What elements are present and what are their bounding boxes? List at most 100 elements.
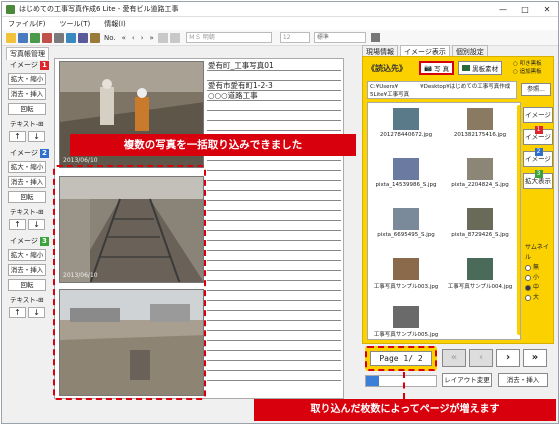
text-line[interactable] [207, 291, 341, 301]
image-1-erase-button[interactable]: 消去・挿入 [8, 88, 46, 100]
zoom-slider[interactable] [365, 375, 437, 387]
image-2-rotate-button[interactable]: 回転 [8, 191, 46, 203]
text-line[interactable] [207, 261, 341, 271]
color-swatch[interactable] [370, 33, 380, 42]
last-page-icon[interactable]: » [150, 34, 154, 42]
image-3-down-button[interactable]: ↓ [28, 307, 45, 318]
image-3-zoom-button[interactable]: 拡大・縮小 [8, 249, 46, 261]
grid-icon[interactable]: ⊞ [38, 208, 43, 216]
source-blackboard-button[interactable]: 黒板素材 [458, 61, 503, 75]
thumb-size-small[interactable]: 小 [525, 273, 553, 283]
layout-change-button[interactable]: レイアウト変更 [442, 373, 492, 387]
text-line[interactable]: 愛有町_工事写真01 [207, 61, 341, 71]
grid-icon[interactable]: ⊞ [38, 120, 43, 128]
text-line[interactable] [207, 241, 341, 251]
text-line[interactable]: ○○○道路工事 [207, 91, 341, 101]
zoom-in-icon[interactable] [157, 32, 168, 43]
menu-info[interactable]: 情報(I) [104, 19, 126, 29]
settings-icon[interactable] [78, 32, 88, 43]
text-line[interactable] [207, 221, 341, 231]
text-line[interactable] [207, 181, 341, 191]
text-line[interactable] [207, 211, 341, 221]
text-line[interactable]: 愛有市愛有町1-2-3 [207, 81, 341, 91]
radio-standard-blackboard[interactable]: ○ 叩き黒板 [513, 60, 542, 68]
thumbnail-item[interactable]: 工事写真サンプル004.jpg [444, 255, 516, 303]
next-page-icon[interactable]: › [141, 34, 144, 42]
thumbnail-scrollbar[interactable] [517, 105, 520, 335]
target-image-2-button[interactable]: イメージ2 [523, 129, 553, 156]
text-line[interactable] [207, 71, 341, 81]
font-size-select[interactable]: 12 [279, 32, 310, 43]
thumbnail-item[interactable]: 201382175416.jpg [444, 105, 516, 153]
text-line[interactable] [207, 231, 341, 241]
prev-page-icon[interactable]: ‹ [132, 34, 135, 42]
new-icon[interactable] [30, 32, 40, 43]
image-2-zoom-button[interactable]: 拡大・縮小 [8, 161, 46, 173]
image-1-up-button[interactable]: ↑ [9, 131, 26, 142]
minimize-button[interactable]: — [492, 5, 514, 14]
thumb-size-large[interactable]: 大 [525, 293, 553, 303]
number-tool[interactable]: No. [104, 34, 116, 42]
text-line[interactable] [207, 121, 341, 131]
browse-button[interactable]: 参照... [521, 83, 551, 96]
open-folder-icon[interactable] [6, 32, 16, 43]
next-page-button[interactable]: › [496, 349, 520, 367]
text-line[interactable] [207, 111, 341, 121]
text-line[interactable] [207, 171, 341, 181]
first-page-icon[interactable]: « [122, 34, 126, 42]
image-3-up-button[interactable]: ↑ [9, 307, 26, 318]
text-line[interactable] [207, 371, 341, 381]
text-line[interactable] [207, 301, 341, 311]
close-button[interactable]: ✕ [536, 5, 558, 14]
text-line[interactable] [207, 161, 341, 171]
image-2-erase-button[interactable]: 消去・挿入 [8, 176, 46, 188]
photo-icon[interactable] [42, 32, 52, 43]
image-1-zoom-button[interactable]: 拡大・縮小 [8, 73, 46, 85]
image-1-down-button[interactable]: ↓ [28, 131, 45, 142]
image-3-rotate-button[interactable]: 回転 [8, 279, 46, 291]
thumb-size-none[interactable]: 無 [525, 263, 553, 273]
layout-icon[interactable] [90, 32, 100, 43]
text-line[interactable] [207, 351, 341, 361]
folder-path-field[interactable]: C:¥Users¥ ¥Desktop¥はじめての工事写真作成5Lite¥工事写真 [367, 81, 517, 99]
thumbnail-item[interactable]: 工事写真サンプル005.jpg [370, 303, 442, 339]
thumbnail-item[interactable]: 工事写真サンプル003.jpg [370, 255, 442, 303]
zoom-view-button[interactable]: 拡大表示 [523, 173, 553, 189]
target-image-3-button[interactable]: イメージ3 [523, 151, 553, 178]
thumbnail-item[interactable]: pixta_2204824_S.jpg [444, 155, 516, 203]
text-line[interactable] [207, 331, 341, 341]
text-line[interactable] [207, 361, 341, 371]
menu-tools[interactable]: ツール(T) [60, 19, 91, 29]
first-page-button[interactable]: « [442, 349, 466, 367]
zoom-out-icon[interactable] [169, 32, 180, 43]
image-1-rotate-button[interactable]: 回転 [8, 103, 46, 115]
text-line[interactable] [207, 101, 341, 111]
text-line[interactable] [207, 271, 341, 281]
image-2-down-button[interactable]: ↓ [28, 219, 45, 230]
text-line[interactable] [207, 311, 341, 321]
grid-icon[interactable]: ⊞ [38, 296, 43, 304]
thumbnail-item[interactable]: 201278440672.jpg [370, 105, 442, 153]
menu-file[interactable]: ファイル(F) [8, 19, 46, 29]
erase-insert-button[interactable]: 消去・挿入 [498, 373, 548, 387]
save-icon[interactable] [18, 32, 28, 43]
thumb-size-medium[interactable]: 中 [525, 283, 553, 293]
target-image-1-button[interactable]: イメージ1 [523, 107, 553, 134]
maximize-button[interactable]: □ [514, 5, 536, 14]
text-line[interactable] [207, 251, 341, 261]
page-text-area[interactable]: 愛有町_工事写真01 愛有市愛有町1-2-3 ○○○道路工事 [207, 61, 341, 381]
image-3-erase-button[interactable]: 消去・挿入 [8, 264, 46, 276]
last-page-button[interactable]: » [523, 349, 547, 367]
thumbnail-item[interactable]: pixta_8729426_S.jpg [444, 205, 516, 253]
preview-icon[interactable] [66, 32, 76, 43]
print-icon[interactable] [54, 32, 64, 43]
text-line[interactable] [207, 341, 341, 351]
prev-page-button[interactable]: ‹ [469, 349, 493, 367]
radio-added-blackboard[interactable]: ○ 追加黒板 [513, 68, 542, 76]
font-select[interactable]: ＭＳ 明朝 [185, 32, 272, 43]
text-line[interactable] [207, 191, 341, 201]
thumbnail-item[interactable]: pixta_6695495_S.jpg [370, 205, 442, 253]
text-line[interactable] [207, 201, 341, 211]
thumbnail-item[interactable]: pixta_14539986_S.jpg [370, 155, 442, 203]
text-line[interactable] [207, 281, 341, 291]
